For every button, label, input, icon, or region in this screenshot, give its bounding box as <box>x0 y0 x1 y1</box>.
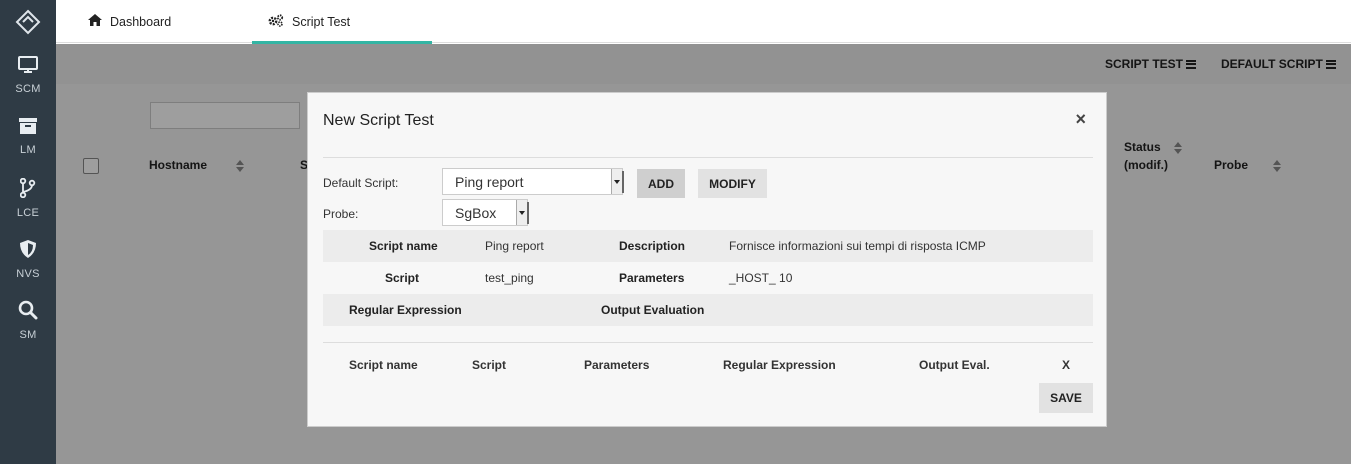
description-label: Description <box>619 239 686 253</box>
home-icon <box>88 14 110 29</box>
default-script-label: Default Script: <box>323 176 399 190</box>
sidebar-item-label: SM <box>19 329 37 341</box>
tab-script-test[interactable]: Script Test <box>252 0 432 44</box>
sidebar-item-lm[interactable]: LM <box>0 117 56 178</box>
tab-dashboard[interactable]: Dashboard <box>88 0 171 43</box>
header-regex: Regular Expression <box>723 358 836 372</box>
header-script: Script <box>472 358 507 372</box>
tab-label: Dashboard <box>110 14 172 29</box>
diamond-logo-icon[interactable] <box>0 0 56 44</box>
default-script-select[interactable]: Ping report <box>442 168 624 195</box>
select-edge <box>622 171 624 193</box>
modal-title: New Script Test <box>323 112 434 129</box>
tab-label: Script Test <box>292 14 351 29</box>
script-name-label: Script name <box>369 239 438 253</box>
shield-icon <box>19 239 37 262</box>
header-parameters: Parameters <box>584 358 650 372</box>
sidebar-item-label: NVS <box>16 268 40 280</box>
sidebar-item-label: SCM <box>15 83 41 95</box>
description-value: Fornisce informazioni sui tempi di rispo… <box>729 239 986 253</box>
sidebar-item-sm[interactable]: SM <box>0 300 56 361</box>
script-details-row: Regular Expression Output Evaluation <box>323 294 1093 326</box>
add-button[interactable]: ADD <box>637 169 685 198</box>
select-edge <box>527 202 529 224</box>
save-button[interactable]: SAVE <box>1039 383 1093 413</box>
header-remove: X <box>1062 358 1071 372</box>
header-output-eval: Output Eval. <box>919 358 990 372</box>
sidebar-item-label: LM <box>20 144 36 156</box>
script-name-value: Ping report <box>485 239 544 253</box>
probe-label: Probe: <box>323 207 359 221</box>
header-script-name: Script name <box>349 358 418 372</box>
branch-icon <box>19 177 36 201</box>
top-tab-bar: Dashboard Script Test <box>56 0 1351 44</box>
sidebar: SCM LM LCE NVS SM <box>0 0 56 464</box>
script-label: Script <box>385 271 420 285</box>
modify-button[interactable]: MODIFY <box>698 169 767 198</box>
parameters-label: Parameters <box>619 271 685 285</box>
sidebar-item-nvs[interactable]: NVS <box>0 239 56 300</box>
divider <box>323 157 1093 158</box>
close-icon[interactable]: × <box>1075 109 1086 130</box>
probe-value: SgBox <box>455 204 497 221</box>
sidebar-item-lce[interactable]: LCE <box>0 177 56 239</box>
output-evaluation-label: Output Evaluation <box>601 303 705 317</box>
search-icon <box>18 300 38 323</box>
chevron-down-icon <box>611 169 622 194</box>
parameters-value: _HOST_ 10 <box>729 271 793 285</box>
divider <box>323 342 1093 343</box>
sidebar-item-label: LCE <box>16 207 40 219</box>
chevron-down-icon <box>516 200 527 225</box>
sidebar-item-scm[interactable]: SCM <box>0 56 56 117</box>
script-value: test_ping <box>485 271 534 285</box>
new-script-test-modal: New Script Test × Default Script: Ping r… <box>307 92 1107 427</box>
default-script-value: Ping report <box>455 173 524 190</box>
regex-label: Regular Expression <box>349 303 462 317</box>
archive-icon <box>18 117 38 138</box>
script-details-row: Script name Ping report Description Forn… <box>323 230 1093 262</box>
monitor-icon <box>18 56 38 77</box>
cogs-icon <box>268 13 292 30</box>
probe-select[interactable]: SgBox <box>442 199 529 226</box>
script-details-row: Script test_ping Parameters _HOST_ 10 <box>323 262 1093 294</box>
